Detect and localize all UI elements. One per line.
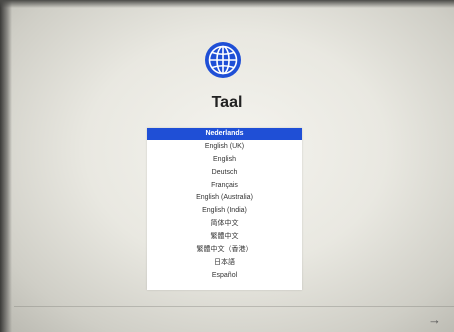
page-title: Taal xyxy=(211,94,243,111)
language-list[interactable]: Nederlands English (UK) English Deutsch Fran… xyxy=(147,128,302,290)
language-option[interactable]: 日本語 xyxy=(147,257,302,269)
language-option[interactable]: 繁體中文（香港） xyxy=(147,244,302,256)
language-option[interactable]: English (Australia) xyxy=(147,192,302,204)
arrow-right-icon[interactable]: → xyxy=(428,313,441,326)
language-option[interactable]: 繁體中文 xyxy=(147,231,302,243)
language-option[interactable]: Deutsch xyxy=(147,167,302,179)
language-option[interactable]: English (UK) xyxy=(147,141,302,153)
monitor-bezel xyxy=(0,0,12,332)
monitor-bezel-top xyxy=(0,0,454,8)
language-option[interactable]: Français xyxy=(147,180,302,192)
setup-screen: Taal Nederlands English (UK) English Deutsc… xyxy=(0,0,454,332)
globe-icon xyxy=(205,42,241,78)
footer-divider xyxy=(14,306,454,307)
language-option[interactable]: Nederlands xyxy=(147,128,302,140)
language-option[interactable]: English (India) xyxy=(147,205,302,217)
language-option[interactable]: Español xyxy=(147,270,302,282)
language-option[interactable]: English xyxy=(147,154,302,166)
language-option[interactable]: 简体中文 xyxy=(147,218,302,230)
